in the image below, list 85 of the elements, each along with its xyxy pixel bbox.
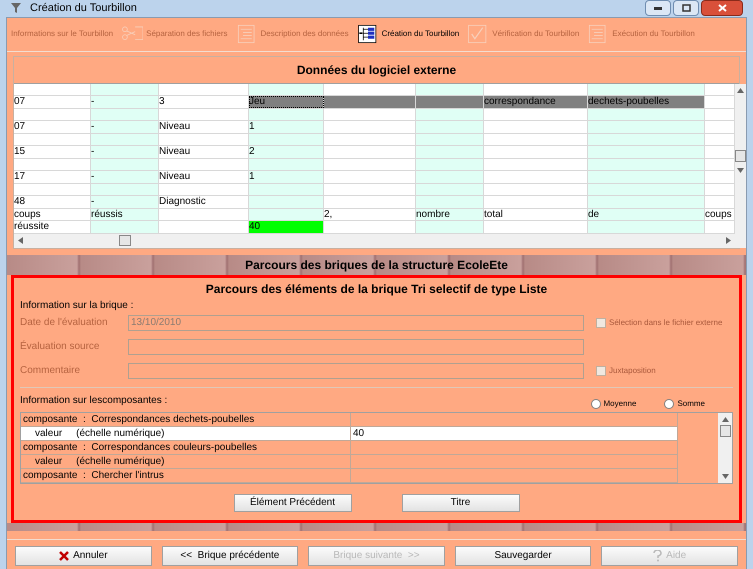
scrollbar-thumb[interactable] [119, 235, 131, 246]
table-cell: 40 [249, 221, 324, 232]
toolbar-button[interactable]: Création du Tourbillon [356, 24, 460, 44]
table-cell: - [91, 146, 159, 158]
table-cell: Niveau [159, 121, 249, 132]
help-icon [653, 550, 662, 562]
scroll-down-icon [737, 168, 744, 172]
window-title: Création du Tourbillon [30, 1, 137, 16]
scroll-up-icon [737, 88, 744, 92]
radio-label: Somme [677, 398, 705, 410]
list-row[interactable]: composante : Chercher l'intrus [21, 468, 678, 482]
table-cell: 3 [159, 96, 249, 108]
table-cell: nombre [416, 208, 484, 220]
button[interactable]: Élément Précédent [234, 494, 352, 512]
table-cell: coups [705, 208, 735, 220]
list-value: 40 [352, 426, 364, 440]
checkbox-label: Sélection dans le fichier externe [609, 316, 722, 328]
panel-title: Parcours des éléments de la brique Tri selectif de type Liste [204, 280, 548, 298]
field-label: Commentaire [20, 364, 82, 378]
radio-button[interactable] [664, 398, 674, 408]
button[interactable]: Sauvegarder [454, 546, 592, 566]
list-label: composante : Correspondances couleurs-poubelles [21, 440, 351, 454]
section-label: Information sur la brique : [20, 298, 134, 312]
table-cell: 1 [249, 121, 324, 132]
minimize-button[interactable] [645, 0, 671, 16]
maximize-button[interactable] [673, 0, 699, 16]
list-row[interactable]: valeur (échelle numérique) [21, 454, 678, 468]
table-cell: - [91, 171, 159, 182]
button[interactable]: Annuler [15, 546, 152, 566]
tree-icon [356, 24, 379, 44]
table-cell: Niveau [159, 171, 249, 182]
table-cell: 2 [249, 146, 324, 158]
section-label: Information sur lescomposantes : [20, 394, 168, 408]
scroll-right-icon [726, 237, 731, 244]
list-row[interactable]: composante : Correspondances couleurs-poubelles [21, 440, 678, 454]
checkmark-icon [467, 24, 490, 44]
close-icon [718, 4, 726, 12]
scroll-up-icon [722, 416, 728, 422]
close-icon [59, 550, 70, 560]
horizontal-scrollbar[interactable] [14, 234, 735, 248]
scrollbar-thumb[interactable] [735, 150, 746, 162]
table-cell: 15 [14, 146, 91, 158]
table-cell: - [91, 96, 159, 108]
scrollbar-thumb[interactable] [720, 424, 730, 436]
list-label: composante : Chercher l'intrus [21, 468, 351, 482]
button[interactable]: << Brique précédente [162, 546, 298, 566]
maximize-icon [682, 4, 690, 12]
table-cell: 07 [14, 121, 91, 132]
scroll-left-icon [18, 237, 23, 244]
list-label: composante : Correspondances dechets-poubelles [21, 412, 351, 426]
section-title: Données du logiciel externe [296, 62, 458, 78]
minimize-icon [654, 6, 662, 10]
field-label: Date de l'évaluation [20, 316, 109, 330]
list-label: valeur (échelle numérique) [21, 454, 351, 468]
table-cell: 48 [14, 196, 91, 208]
vertical-scrollbar[interactable] [735, 84, 746, 248]
list-row[interactable]: valeur (échelle numérique) 40 [21, 426, 678, 440]
close-button[interactable] [701, 0, 743, 16]
checkbox-label: Juxtaposition [609, 364, 656, 376]
radio-label: Moyenne [604, 398, 636, 410]
table-cell: 17 [14, 171, 91, 182]
table-cell: réussite [14, 221, 91, 232]
table-cell: 1 [249, 171, 324, 182]
section-title: Parcours des briques de la structure EcoleEte [245, 256, 508, 274]
scroll-down-icon [722, 474, 728, 478]
table-cell: réussis [91, 208, 159, 220]
table-cell: de [588, 208, 705, 220]
table-cell: - [91, 121, 159, 132]
vertical-scrollbar[interactable] [718, 412, 732, 482]
table-cell: total [484, 208, 588, 220]
table-cell: - [91, 196, 159, 208]
funnel-icon [10, 2, 22, 14]
list-row[interactable]: composante : Correspondances dechets-poubelles [21, 412, 678, 426]
field-label: Évaluation source [20, 339, 100, 354]
table-cell: Niveau [159, 146, 249, 158]
table-cell: 2, [324, 208, 416, 220]
table-cell: coups [14, 208, 91, 220]
table-cell: dechets-poubelles [588, 96, 705, 108]
table-cell: Diagnostic [159, 196, 249, 208]
button[interactable]: Titre [402, 494, 520, 512]
table-cell: 07 [14, 96, 91, 108]
table-cell: correspondance [484, 96, 588, 108]
list-label: valeur (échelle numérique) [21, 426, 351, 440]
table-cell: Jeu [249, 96, 324, 108]
radio-button[interactable] [590, 398, 601, 408]
